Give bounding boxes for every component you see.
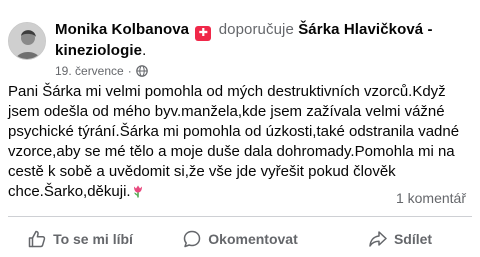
avatar[interactable] xyxy=(8,22,46,60)
comment-count[interactable]: 1 komentář xyxy=(396,190,466,206)
like-label: To se mi líbí xyxy=(53,231,133,247)
recommend-verb: doporučuje xyxy=(218,21,294,38)
comment-icon xyxy=(184,230,201,248)
comment-button[interactable]: Okomentovat xyxy=(160,222,320,256)
share-button[interactable]: Sdílet xyxy=(320,222,480,256)
target-suffix: . xyxy=(142,42,147,59)
comment-label: Okomentovat xyxy=(208,231,298,247)
share-icon xyxy=(369,231,387,247)
action-divider xyxy=(8,216,472,217)
post-date[interactable]: 19. července xyxy=(55,64,124,78)
recommend-icon: ✚ xyxy=(195,26,212,41)
share-label: Sdílet xyxy=(393,231,433,247)
post-meta: 19. července · xyxy=(55,64,148,78)
post-body-text: Pani Šárka mi velmi pomohla od mých dest… xyxy=(8,83,460,200)
date-separator: · xyxy=(127,64,132,78)
like-button[interactable]: To se mi líbí xyxy=(0,222,160,256)
post-header: Monika Kolbanova ✚ doporučuje Šárka Hlav… xyxy=(55,20,475,61)
globe-icon xyxy=(135,65,148,77)
tulip-icon xyxy=(133,185,142,198)
post-card: Monika Kolbanova ✚ doporučuje Šárka Hlav… xyxy=(0,0,480,257)
post-text: Pani Šárka mi velmi pomohla od mých dest… xyxy=(8,82,474,202)
thumbs-up-icon xyxy=(28,230,46,248)
author-name[interactable]: Monika Kolbanova xyxy=(55,21,189,38)
action-bar: To se mi líbí Okomentovat Sdílet xyxy=(0,222,480,256)
